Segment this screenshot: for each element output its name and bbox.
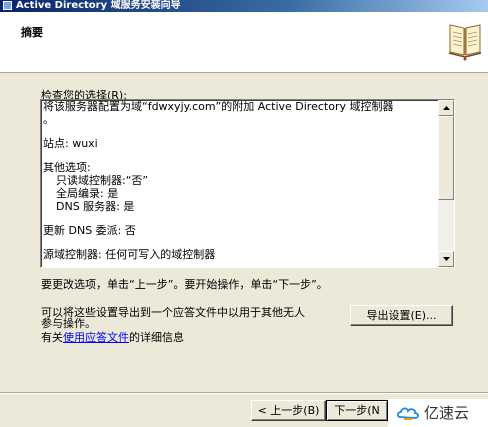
summary-line: 更新 DNS 委派: 否 — [43, 224, 136, 237]
window-title: Active Directory 域服务安装向导 — [16, 0, 181, 11]
summary-line: 其他选项: — [43, 161, 91, 174]
title-bar[interactable]: Active Directory 域服务安装向导 — [0, 0, 488, 12]
summary-line: 全局编录: 是 — [56, 187, 119, 200]
vertical-scrollbar[interactable] — [438, 100, 454, 267]
export-text-line: 参与操作。 — [41, 317, 96, 330]
summary-line: 站点: wuxi — [43, 137, 98, 150]
export-description: 可以将这些设置导出到一个应答文件中以用于其他无人 参与操作。 — [41, 307, 341, 329]
summary-textbox[interactable]: 将该服务器配置为域“fdwxyjy.com”的附加 Active Directo… — [40, 99, 455, 268]
arrow-up-icon — [443, 106, 450, 110]
back-button[interactable]: < 上一步(B) — [251, 400, 326, 421]
answer-file-link[interactable]: 使用应答文件 — [63, 331, 129, 344]
scroll-up-button[interactable] — [438, 100, 454, 116]
watermark: 亿速云 — [388, 399, 488, 427]
arrow-down-icon — [443, 257, 450, 261]
summary-line — [43, 150, 438, 161]
more-info: 有关使用应答文件的详细信息 — [41, 329, 184, 345]
more-info-suffix: 的详细信息 — [129, 331, 184, 344]
summary-line: 只读域控制器:“否” — [56, 174, 149, 187]
summary-line — [43, 237, 438, 248]
summary-text: 将该服务器配置为域“fdwxyjy.com”的附加 Active Directo… — [43, 100, 438, 261]
footer-divider — [0, 392, 488, 394]
summary-line — [43, 213, 438, 224]
summary-line — [43, 126, 438, 137]
navigation-hint: 要更改选项，单击“上一步”。要开始操作，单击“下一步”。 — [41, 278, 328, 291]
cloud-logo-icon — [396, 407, 419, 420]
window-icon — [3, 1, 12, 10]
watermark-text: 亿速云 — [424, 404, 470, 422]
summary-line: 将该服务器配置为域“fdwxyjy.com”的附加 Active Directo… — [43, 100, 394, 113]
summary-line: 源域控制器: 任何可写入的域控制器 — [43, 248, 216, 261]
summary-line: DNS 服务器: 是 — [56, 200, 135, 213]
book-icon — [448, 24, 482, 61]
scroll-thumb[interactable] — [438, 116, 454, 200]
page-heading: 摘要 — [21, 26, 43, 39]
export-settings-button[interactable]: 导出设置(E)... — [350, 305, 453, 326]
summary-line: 。 — [43, 113, 54, 126]
wizard-header: 摘要 — [0, 12, 488, 73]
next-button[interactable]: 下一步(N — [326, 400, 388, 421]
more-info-prefix: 有关 — [41, 331, 63, 344]
scroll-down-button[interactable] — [438, 251, 454, 267]
